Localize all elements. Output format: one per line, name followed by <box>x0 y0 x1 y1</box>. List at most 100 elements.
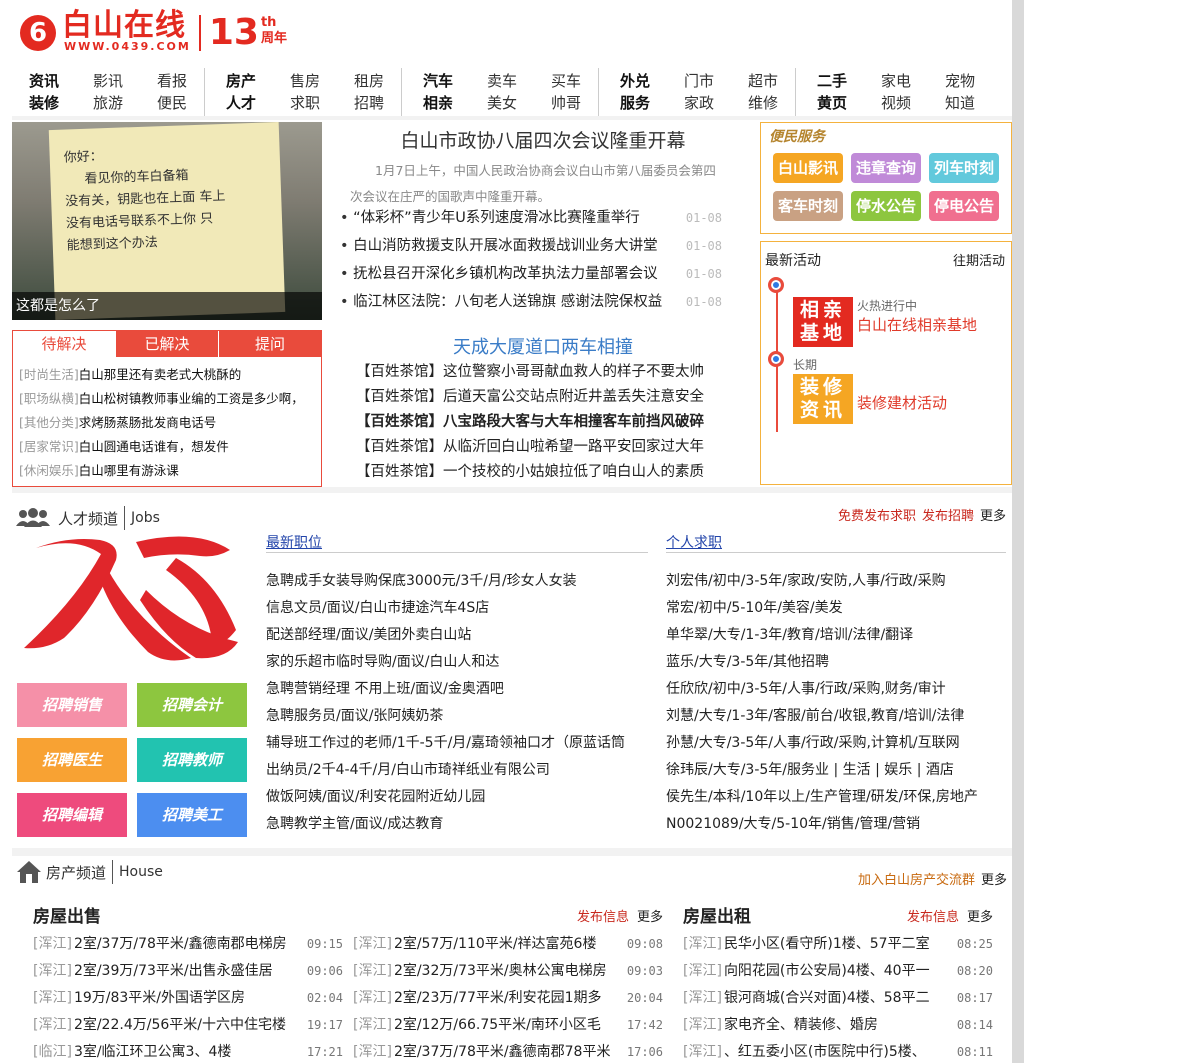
nav-link[interactable]: 相亲 <box>406 92 470 114</box>
nav-link[interactable]: 卖车 <box>470 70 534 92</box>
activity-badge[interactable]: 装修资讯 <box>793 374 853 424</box>
tea-link[interactable]: 【百姓茶馆】一个技校的小姑娘拉低了咱白山人的素质 <box>356 460 718 485</box>
house-listing-link[interactable]: 19万/83平米/外国语学区房 <box>74 985 301 1012</box>
post-resume-link[interactable]: 免费发布求职 <box>838 505 916 524</box>
nav-link[interactable]: 帅哥 <box>534 92 598 114</box>
news-link[interactable]: “体彩杯”青少年U系列速度滑冰比赛隆重举行 <box>340 204 640 232</box>
house-listing-link[interactable]: 2室/37万/78平米/鑫德南郡电梯房 <box>74 931 301 958</box>
tea-link[interactable]: 【百姓茶馆】这位警察小哥哥献血救人的样子不要太帅 <box>356 360 718 385</box>
nav-link[interactable]: 售房 <box>273 70 337 92</box>
resume-link[interactable]: 刘慧/大专/1-3年/客服/前台/收银,教育/培训/法律 <box>666 703 986 730</box>
house-listing-link[interactable]: 2室/32万/73平米/奥林公寓电梯房 <box>394 958 621 985</box>
nav-link[interactable]: 宠物 <box>928 70 992 92</box>
recruit-editor-button[interactable]: 招聘编辑 <box>17 793 127 837</box>
qa-category[interactable]: [时尚生活] <box>19 367 79 382</box>
nav-link[interactable]: 知道 <box>928 92 992 114</box>
house-listing-link[interactable]: 银河商城(合兴对面)4楼、58平二 <box>724 985 951 1012</box>
qa-category[interactable]: [其他分类] <box>19 415 79 430</box>
nav-link[interactable]: 家政 <box>667 92 731 114</box>
qa-item[interactable]: [休闲娱乐]白山哪里有游泳课 <box>19 459 315 483</box>
house-more-link[interactable]: 更多 <box>981 869 1007 888</box>
job-link[interactable]: 配送部经理/面议/美团外卖白山站 <box>266 622 648 649</box>
resume-link[interactable]: 侯先生/本科/10年以上/生产管理/研发/环保,房地产 <box>666 784 986 811</box>
qa-question[interactable]: 白山圆通电话谁有，想发件 <box>79 439 229 454</box>
job-link[interactable]: 做饭阿姨/面议/利安花园附近幼儿园 <box>266 784 648 811</box>
house-listing-link[interactable]: 3室/临江环卫公寓3、4楼 <box>74 1039 301 1063</box>
qa-question[interactable]: 白山松树镇教师事业编的工资是多少啊， <box>79 391 304 406</box>
nav-link[interactable]: 汽车 <box>406 70 470 92</box>
nav-link[interactable]: 旅游 <box>76 92 140 114</box>
recruit-accountant-button[interactable]: 招聘会计 <box>137 683 247 727</box>
nav-link[interactable]: 黄页 <box>800 92 864 114</box>
nav-link[interactable]: 门市 <box>667 70 731 92</box>
resume-link[interactable]: N0021089/大专/5-10年/销售/管理/营销 <box>666 811 986 838</box>
news-link[interactable]: 白山消防救援支队开展冰面救援战训业务大讲堂 <box>340 232 658 260</box>
recruit-sales-button[interactable]: 招聘销售 <box>17 683 127 727</box>
hero-caption[interactable]: 这都是怎么了 <box>12 292 322 320</box>
news-link[interactable]: 临江林区法院：八旬老人送锦旗 感谢法院保权益 <box>340 288 662 316</box>
house-listing-link[interactable]: 2室/57万/110平米/祥达富苑6楼 <box>394 931 621 958</box>
qa-question[interactable]: 白山那里还有卖老式大桃酥的 <box>79 367 242 382</box>
job-link[interactable]: 急聘服务员/面议/张阿姨奶茶 <box>266 703 648 730</box>
activity-badge[interactable]: 相亲基地 <box>793 297 853 347</box>
service-button[interactable]: 列车时刻 <box>929 153 999 183</box>
sale-publish-link[interactable]: 发布信息 <box>577 906 629 925</box>
sale-more-link[interactable]: 更多 <box>637 906 663 925</box>
news-link[interactable]: 抚松县召开深化乡镇机构改革执法力量部署会议 <box>340 260 658 288</box>
nav-link[interactable]: 人才 <box>209 92 273 114</box>
qa-item[interactable]: [职场纵横]白山松树镇教师事业编的工资是多少啊， <box>19 387 315 411</box>
resume-link[interactable]: 刘宏伟/初中/3-5年/家政/安防,人事/行政/采购 <box>666 568 986 595</box>
tab-unsolved[interactable]: 待解决 <box>13 331 115 357</box>
resume-link[interactable]: 徐玮辰/大专/3-5年/服务业 | 生活 | 娱乐 | 酒店 <box>666 757 986 784</box>
service-button[interactable]: 停电公告 <box>929 191 999 221</box>
nav-link[interactable]: 装修 <box>12 92 76 114</box>
resume-link[interactable]: 任欣欣/初中/3-5年/人事/行政/采购,财务/审计 <box>666 676 986 703</box>
headline[interactable]: 白山市政协八届四次会议隆重开幕 <box>330 126 756 153</box>
job-seekers-header[interactable]: 个人求职 <box>666 532 1006 553</box>
join-house-group-link[interactable]: 加入白山房产交流群 <box>858 869 975 888</box>
service-button[interactable]: 白山影讯 <box>773 153 843 183</box>
nav-link[interactable]: 资讯 <box>12 70 76 92</box>
talent-more-link[interactable]: 更多 <box>980 505 1006 524</box>
qa-question[interactable]: 白山哪里有游泳课 <box>79 463 179 478</box>
tea-link[interactable]: 【百姓茶馆】从临沂回白山啦希望一路平安回家过大年 <box>356 435 718 460</box>
qa-item[interactable]: [其他分类]求烤肠蒸肠批发商电话号 <box>19 411 315 435</box>
nav-link[interactable]: 超市 <box>731 70 795 92</box>
recruit-teacher-button[interactable]: 招聘教师 <box>137 738 247 782</box>
nav-link[interactable]: 便民 <box>140 92 204 114</box>
house-listing-link[interactable]: 家电齐全、精装修、婚房 <box>724 1012 951 1039</box>
house-listing-link[interactable]: 2室/37万/78平米/鑫德南郡78平米 <box>394 1039 621 1063</box>
nav-link[interactable]: 租房 <box>337 70 401 92</box>
recruit-designer-button[interactable]: 招聘美工 <box>137 793 247 837</box>
nav-link[interactable]: 视频 <box>864 92 928 114</box>
tea-link[interactable]: 【百姓茶馆】后道天富公交站点附近井盖丢失注意安全 <box>356 385 718 410</box>
nav-link[interactable]: 房产 <box>209 70 273 92</box>
qa-question[interactable]: 求烤肠蒸肠批发商电话号 <box>79 415 217 430</box>
tea-link[interactable]: 【百姓茶馆】八宝路段大客与大车相撞客车前挡风破碎 <box>356 410 718 435</box>
house-listing-link[interactable]: 2室/12万/66.75平米/南环小区毛 <box>394 1012 621 1039</box>
qa-item[interactable]: [时尚生活]白山那里还有卖老式大桃酥的 <box>19 363 315 387</box>
nav-link[interactable]: 美女 <box>470 92 534 114</box>
nav-link[interactable]: 求职 <box>273 92 337 114</box>
house-listing-link[interactable]: 2室/22.4万/56平米/十六中住宅楼 <box>74 1012 301 1039</box>
service-button[interactable]: 违章查询 <box>851 153 921 183</box>
job-link[interactable]: 信息文员/面议/白山市捷途汽车4S店 <box>266 595 648 622</box>
job-link[interactable]: 急聘营销经理 不用上班/面议/金奥酒吧 <box>266 676 648 703</box>
nav-link[interactable]: 影讯 <box>76 70 140 92</box>
site-logo[interactable]: 6 白山在线 WWW.0439.COM 13 th 周年 <box>20 11 287 53</box>
tab-solved[interactable]: 已解决 <box>115 331 218 357</box>
activity-link[interactable]: 装修建材活动 <box>857 392 947 413</box>
nav-link[interactable]: 外兑 <box>603 70 667 92</box>
service-button[interactable]: 停水公告 <box>851 191 921 221</box>
post-job-link[interactable]: 发布招聘 <box>922 505 974 524</box>
job-link[interactable]: 急聘教学主管/面议/成达教育 <box>266 811 648 838</box>
job-link[interactable]: 家的乐超市临时导购/面议/白山人和达 <box>266 649 648 676</box>
nav-link[interactable]: 看报 <box>140 70 204 92</box>
qa-item[interactable]: [居家常识]白山圆通电话谁有，想发件 <box>19 435 315 459</box>
job-link[interactable]: 出纳员/2千4-4千/月/白山市琦祥纸业有限公司 <box>266 757 648 784</box>
house-listing-link[interactable]: 、红五委小区(市医院中行)5楼、 <box>724 1039 951 1063</box>
headline-2[interactable]: 天成大厦道口两车相撞 <box>330 333 756 359</box>
nav-link[interactable]: 服务 <box>603 92 667 114</box>
resume-link[interactable]: 孙慧/大专/3-5年/人事/行政/采购,计算机/互联网 <box>666 730 986 757</box>
house-listing-link[interactable]: 2室/23万/77平米/利安花园1期多 <box>394 985 621 1012</box>
